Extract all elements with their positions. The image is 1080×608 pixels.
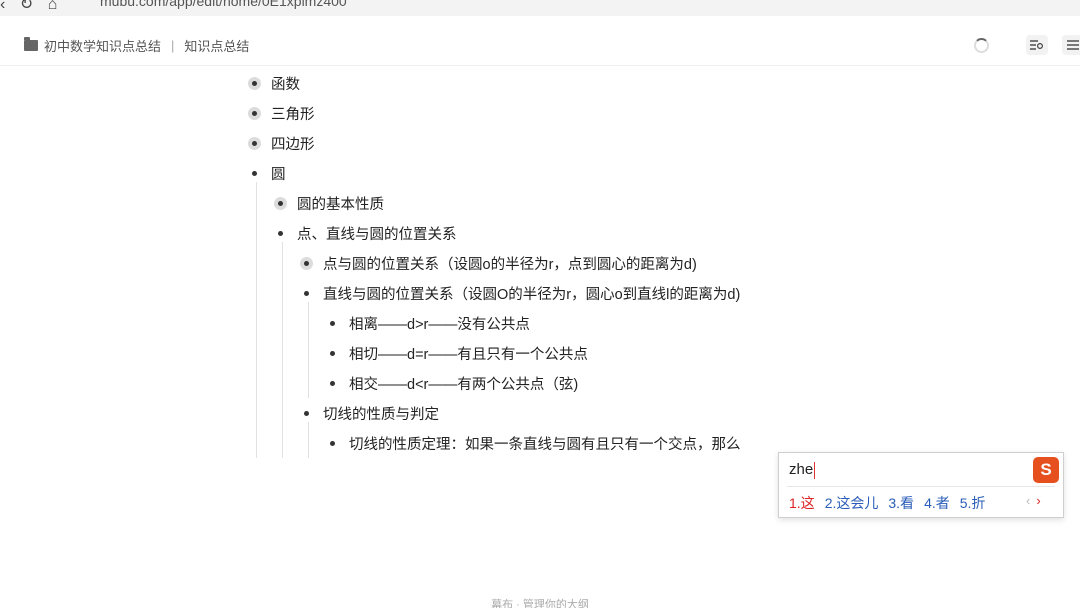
footer-text: 幕布 · 管理你的大纲 — [491, 599, 589, 608]
ime-candidate[interactable]: 2.这会儿 — [825, 493, 879, 513]
breadcrumb: 初中数学知识点总结 | 知识点总结 — [24, 36, 249, 55]
collapsed-bullet-icon[interactable] — [248, 76, 261, 90]
back-icon[interactable]: ‹ — [0, 0, 5, 13]
prev-page-icon[interactable]: ‹ — [1026, 493, 1036, 508]
loading-spinner-icon — [974, 38, 989, 53]
app-header: 初中数学知识点总结 | 知识点总结 — [0, 16, 1080, 66]
collapsed-bullet-icon[interactable] — [248, 136, 261, 150]
node-text[interactable]: 切线的性质与判定 — [323, 403, 439, 424]
node-text[interactable]: 切线的性质定理：如果一条直线与圆有且只有一个交点，那么 — [349, 433, 741, 454]
bullet-icon[interactable] — [300, 407, 313, 420]
sogou-logo-icon[interactable]: S — [1033, 457, 1059, 483]
menu-icon[interactable] — [1062, 35, 1080, 55]
node-text[interactable]: 四边形 — [271, 133, 315, 154]
outline-node[interactable]: 圆 — [248, 161, 286, 185]
outline-editor[interactable]: 函数 三角形 四边形 圆 圆的基本性质 点、直线与圆的位置关系 点与圆的位置关系… — [0, 66, 1080, 466]
ime-candidate-window[interactable]: zhe S 1.这 2.这会儿 3.看 4.者 5.折 ‹› — [778, 452, 1064, 518]
node-text[interactable]: 相交——d<r——有两个公共点（弦) — [349, 373, 578, 394]
node-text[interactable]: 点与圆的位置关系（设圆o的半径为r，点到圆心的距离为d) — [323, 253, 697, 274]
breadcrumb-separator: | — [171, 38, 175, 53]
bullet-icon[interactable] — [274, 227, 287, 240]
outline-node[interactable]: 相离——d>r——没有公共点 — [326, 311, 530, 335]
node-text[interactable]: 圆的基本性质 — [297, 193, 384, 214]
node-text[interactable]: 相离——d>r——没有公共点 — [349, 313, 530, 334]
node-text[interactable]: 函数 — [271, 73, 300, 94]
outline-node[interactable]: 切线的性质与判定 — [300, 401, 439, 425]
bullet-icon[interactable] — [326, 317, 339, 330]
outline-node[interactable]: 圆的基本性质 — [274, 191, 384, 215]
ime-composition-text: zhe — [789, 461, 814, 478]
ime-candidate[interactable]: 5.折 — [960, 493, 986, 513]
ime-candidate-list: 1.这 2.这会儿 3.看 4.者 5.折 — [789, 493, 995, 513]
outline-node[interactable]: 切线的性质定理：如果一条直线与圆有且只有一个交点，那么 — [326, 431, 741, 455]
ime-caret — [814, 461, 816, 479]
breadcrumb-folder[interactable]: 初中数学知识点总结 — [44, 36, 161, 55]
folder-icon — [24, 37, 38, 51]
ime-divider — [787, 486, 1055, 487]
indent-guide — [308, 422, 309, 458]
node-text[interactable]: 直线与圆的位置关系（设圆O的半径为r，圆心o到直线l的距离为d) — [323, 283, 740, 304]
breadcrumb-document[interactable]: 知识点总结 — [184, 36, 249, 55]
ime-composition: zhe — [789, 461, 816, 479]
collapsed-bullet-icon[interactable] — [274, 196, 287, 210]
collapsed-bullet-icon[interactable] — [300, 256, 313, 270]
node-text[interactable]: 圆 — [271, 163, 286, 184]
outline-node[interactable]: 直线与圆的位置关系（设圆O的半径为r，圆心o到直线l的距离为d) — [300, 281, 740, 305]
browser-nav: ‹ ↻ ⌂ — [0, 0, 67, 14]
outline-node[interactable]: 四边形 — [248, 131, 315, 155]
outline-node[interactable]: 相切——d=r——有且只有一个公共点 — [326, 341, 588, 365]
ime-page-arrows: ‹› — [1026, 493, 1047, 508]
browser-toolbar: ‹ ↻ ⌂ mubu.com/app/edit/home/0E1xpimz400 — [0, 0, 1080, 16]
node-text[interactable]: 相切——d=r——有且只有一个公共点 — [349, 343, 588, 364]
outline-node[interactable]: 函数 — [248, 71, 300, 95]
indent-guide — [256, 182, 257, 458]
ime-candidate[interactable]: 1.这 — [789, 493, 815, 513]
outline-node[interactable]: 点与圆的位置关系（设圆o的半径为r，点到圆心的距离为d) — [300, 251, 697, 275]
home-icon[interactable]: ⌂ — [48, 0, 58, 13]
outline-node[interactable]: 相交——d<r——有两个公共点（弦) — [326, 371, 578, 395]
node-text[interactable]: 点、直线与圆的位置关系 — [297, 223, 457, 244]
bullet-icon[interactable] — [300, 287, 313, 300]
collapsed-bullet-icon[interactable] — [248, 106, 261, 120]
node-text[interactable]: 三角形 — [271, 103, 315, 124]
bullet-icon[interactable] — [326, 347, 339, 360]
reload-icon[interactable]: ↻ — [20, 0, 33, 13]
bullet-icon[interactable] — [326, 437, 339, 450]
bullet-icon[interactable] — [326, 377, 339, 390]
ime-candidate[interactable]: 4.者 — [924, 493, 950, 513]
indent-guide — [282, 242, 283, 458]
ime-candidate[interactable]: 3.看 — [888, 493, 914, 513]
address-bar[interactable]: mubu.com/app/edit/home/0E1xpimz400 — [100, 0, 347, 9]
indent-guide — [308, 302, 309, 398]
outline-node[interactable]: 三角形 — [248, 101, 315, 125]
outline-node[interactable]: 点、直线与圆的位置关系 — [274, 221, 457, 245]
search-list-icon[interactable] — [1026, 35, 1048, 55]
next-page-icon[interactable]: › — [1036, 493, 1046, 508]
bullet-icon[interactable] — [248, 167, 261, 180]
